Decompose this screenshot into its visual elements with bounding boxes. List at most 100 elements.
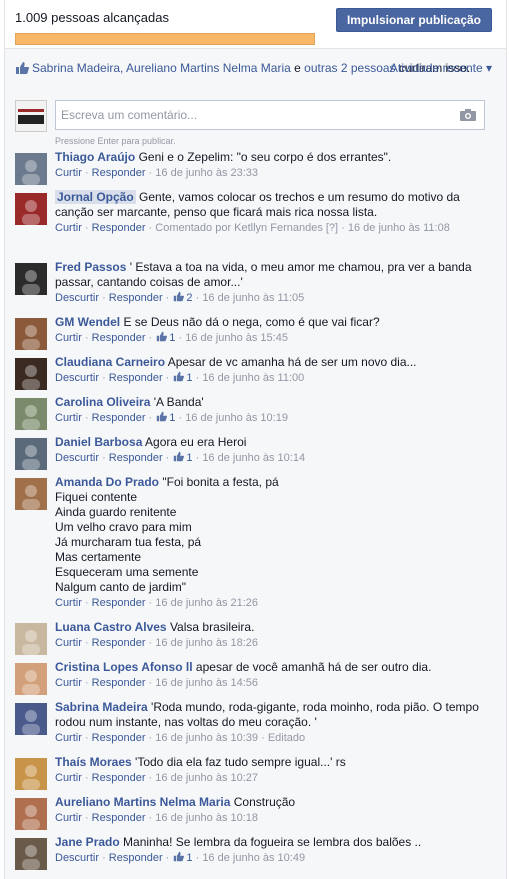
like-toggle-link[interactable]: Curtir bbox=[55, 772, 82, 784]
commenter-avatar[interactable] bbox=[15, 758, 47, 790]
reply-link[interactable]: Responder bbox=[92, 597, 146, 609]
comment-timestamp[interactable]: 16 de junho às 11:05 bbox=[202, 292, 304, 304]
commenter-avatar[interactable] bbox=[15, 438, 47, 470]
comment-body: Sabrina Madeira 'Roda mundo, roda-gigant… bbox=[55, 700, 491, 746]
reply-link[interactable]: Responder bbox=[92, 732, 146, 744]
reply-link[interactable]: Responder bbox=[92, 332, 146, 344]
reach-progress-bar bbox=[15, 33, 315, 45]
comment-timestamp[interactable]: 16 de junho às 15:45 bbox=[185, 332, 288, 344]
like-toggle-link[interactable]: Curtir bbox=[55, 332, 82, 344]
comment-text: 'Todo dia ela faz tudo sempre igual...' … bbox=[135, 755, 346, 769]
comment-like-count[interactable]: 1 bbox=[155, 411, 175, 424]
like-thumb-icon bbox=[174, 291, 185, 302]
reply-link[interactable]: Responder bbox=[109, 452, 163, 464]
commenter-name[interactable]: Carolina Oliveira bbox=[55, 395, 150, 409]
comment-timestamp[interactable]: 16 de junho às 14:56 bbox=[155, 677, 258, 689]
commenter-name[interactable]: Amanda Do Prado bbox=[55, 475, 159, 489]
reply-link[interactable]: Responder bbox=[92, 637, 146, 649]
comment-body: Thaís Moraes 'Todo dia ela faz tudo semp… bbox=[55, 755, 491, 786]
comment-like-count[interactable]: 1 bbox=[172, 851, 193, 864]
like-toggle-link[interactable]: Curtir bbox=[55, 412, 82, 424]
comment-like-count[interactable]: 1 bbox=[172, 371, 193, 384]
commenter-avatar[interactable] bbox=[15, 478, 47, 510]
comment-text: Valsa brasileira. bbox=[169, 620, 255, 634]
comment-timestamp[interactable]: 16 de junho às 10:14 bbox=[202, 452, 305, 464]
comment-timestamp[interactable]: 16 de junho às 23:33 bbox=[155, 167, 258, 179]
comment-body: Fred Passos ' Estava a toa na vida, o me… bbox=[55, 260, 491, 306]
comment-timestamp[interactable]: 16 de junho às 21:26 bbox=[155, 597, 258, 609]
reply-link[interactable]: Responder bbox=[92, 677, 146, 689]
comment-text: 'A Banda' bbox=[153, 395, 204, 409]
comments-area: Sabrina Madeira, Aureliano Martins Nelma… bbox=[5, 49, 506, 879]
jornal-opcao-logo bbox=[16, 101, 46, 131]
comment-timestamp[interactable]: 16 de junho às 10:39 bbox=[155, 732, 258, 744]
likes-others-link[interactable]: outras 2 pessoas bbox=[304, 61, 395, 75]
reply-link[interactable]: Responder bbox=[109, 852, 163, 864]
like-toggle-link[interactable]: Descurtir bbox=[55, 852, 99, 864]
commenter-name[interactable]: Jane Prado bbox=[55, 835, 120, 849]
comment-like-count[interactable]: 1 bbox=[155, 331, 175, 344]
commenter-name[interactable]: Sabrina Madeira bbox=[55, 700, 148, 714]
commenter-avatar[interactable] bbox=[15, 798, 47, 830]
comment-text: Apesar de vc amanha há de ser um novo di… bbox=[167, 355, 417, 369]
reply-link[interactable]: Responder bbox=[109, 292, 163, 304]
comment-timestamp[interactable]: 16 de junho às 10:49 bbox=[202, 852, 305, 864]
comment-input[interactable]: Escreva um comentário... bbox=[55, 100, 485, 130]
comment-timestamp[interactable]: 16 de junho às 11:00 bbox=[202, 372, 304, 384]
reply-link[interactable]: Responder bbox=[92, 812, 146, 824]
like-toggle-link[interactable]: Curtir bbox=[55, 812, 82, 824]
commenter-avatar[interactable] bbox=[15, 623, 47, 655]
commenter-avatar[interactable] bbox=[15, 838, 47, 870]
commenter-name[interactable]: Thiago Araújo bbox=[55, 150, 135, 164]
commenter-name[interactable]: Thaís Moraes bbox=[55, 755, 132, 769]
likers-names[interactable]: Sabrina Madeira, Aureliano Martins Nelma… bbox=[32, 61, 291, 75]
commenter-name[interactable]: Claudiana Carneiro bbox=[55, 355, 165, 369]
commenter-avatar[interactable] bbox=[15, 318, 47, 350]
enter-hint: Pressione Enter para publicar. bbox=[55, 136, 176, 146]
camera-icon[interactable] bbox=[460, 109, 476, 121]
comment-edited-note[interactable]: Editado bbox=[268, 732, 305, 744]
commenter-name[interactable]: Aureliano Martins Nelma Maria bbox=[55, 795, 230, 809]
comment-timestamp[interactable]: 16 de junho às 10:18 bbox=[155, 812, 258, 824]
commenter-avatar[interactable] bbox=[15, 153, 47, 185]
activity-sort-dropdown[interactable]: Atividade recente ▾ bbox=[390, 61, 492, 75]
commenter-name[interactable]: Jornal Opção bbox=[55, 190, 136, 204]
commenter-avatar[interactable] bbox=[15, 358, 47, 390]
like-toggle-link[interactable]: Curtir bbox=[55, 732, 82, 744]
commenter-avatar[interactable] bbox=[15, 193, 47, 225]
commenter-name[interactable]: Luana Castro Alves bbox=[55, 620, 167, 634]
page-avatar bbox=[15, 100, 47, 132]
commenter-name[interactable]: GM Wendel bbox=[55, 315, 120, 329]
commenter-name[interactable]: Cristina Lopes Afonso ll bbox=[55, 660, 193, 674]
commenter-avatar[interactable] bbox=[15, 703, 47, 735]
like-toggle-link[interactable]: Curtir bbox=[55, 222, 82, 234]
like-toggle-link[interactable]: Descurtir bbox=[55, 292, 99, 304]
like-toggle-link[interactable]: Curtir bbox=[55, 167, 82, 179]
like-toggle-link[interactable]: Curtir bbox=[55, 637, 82, 649]
comment-meta: Curtir · Responder · 16 de junho às 10:2… bbox=[55, 772, 259, 784]
comment-timestamp[interactable]: 16 de junho às 11:08 bbox=[348, 222, 450, 234]
commenter-avatar[interactable] bbox=[15, 263, 47, 295]
like-toggle-link[interactable]: Curtir bbox=[55, 597, 82, 609]
comment-timestamp[interactable]: 16 de junho às 10:27 bbox=[155, 772, 258, 784]
reply-link[interactable]: Responder bbox=[92, 222, 146, 234]
commenter-avatar[interactable] bbox=[15, 398, 47, 430]
reply-link[interactable]: Responder bbox=[109, 372, 163, 384]
comment-like-count[interactable]: 2 bbox=[172, 291, 193, 304]
commenter-name[interactable]: Fred Passos bbox=[55, 260, 126, 274]
like-thumb-icon bbox=[174, 451, 185, 462]
commenter-avatar[interactable] bbox=[15, 663, 47, 695]
comment-like-count[interactable]: 1 bbox=[172, 451, 193, 464]
reply-link[interactable]: Responder bbox=[92, 772, 146, 784]
commenter-name[interactable]: Daniel Barbosa bbox=[55, 435, 142, 449]
comment-body: Cristina Lopes Afonso ll apesar de você … bbox=[55, 660, 491, 691]
comment-meta: Descurtir · Responder · 2 · 16 de junho … bbox=[55, 291, 305, 304]
like-toggle-link[interactable]: Descurtir bbox=[55, 372, 99, 384]
comment-timestamp[interactable]: 16 de junho às 10:19 bbox=[185, 412, 288, 424]
like-toggle-link[interactable]: Descurtir bbox=[55, 452, 99, 464]
reply-link[interactable]: Responder bbox=[92, 412, 146, 424]
like-toggle-link[interactable]: Curtir bbox=[55, 677, 82, 689]
boost-post-button[interactable]: Impulsionar publicação bbox=[335, 8, 492, 32]
reply-link[interactable]: Responder bbox=[92, 167, 146, 179]
comment-timestamp[interactable]: 16 de junho às 18:26 bbox=[155, 637, 258, 649]
